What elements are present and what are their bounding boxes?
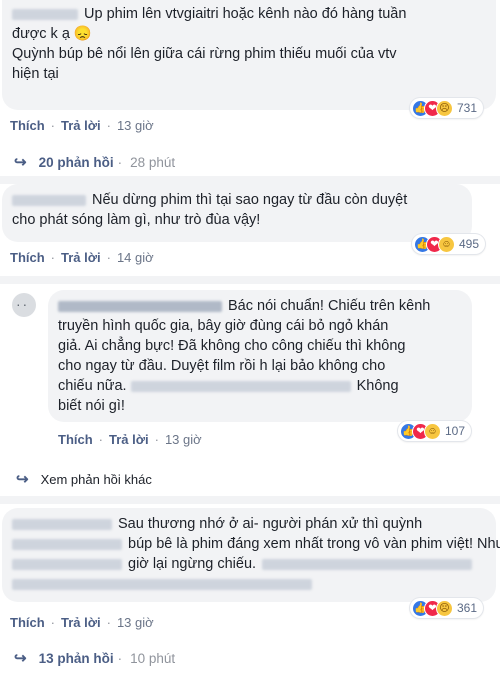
comment-text: được k ạ 😞	[12, 26, 92, 42]
reply-link[interactable]: Trả lời	[61, 615, 101, 630]
reply-arrow-icon: ↪	[14, 154, 27, 171]
comment-actions: Thích · Trả lời · 14 giờ	[10, 250, 154, 265]
blurred-text	[12, 538, 122, 550]
separator	[0, 276, 500, 284]
haha-reaction-icon: ☺	[424, 422, 441, 440]
comment-actions: Thích · Trả lời · 13 giờ	[10, 118, 154, 133]
comment-bubble: Nếu dừng phim thì tại sao ngay từ đầu cò…	[2, 184, 472, 242]
reply-link[interactable]: Trả lời	[61, 250, 101, 265]
view-replies-link[interactable]: ↪ 13 phản hồi · 10 phút	[14, 649, 175, 667]
comment-actions: Thích · Trả lời · 13 giờ	[58, 432, 202, 447]
reaction-summary[interactable]: 👍 ❤ ☹ 361	[410, 598, 484, 618]
view-replies-link[interactable]: ↪ 20 phản hồi · 28 phút	[14, 153, 175, 171]
replies-count: 13 phản hồi	[38, 650, 114, 666]
comment-bubble: Sau thương nhớ ở ai- người phán xử thì q…	[2, 508, 500, 602]
comment-time: 14 giờ	[116, 250, 154, 265]
comment-time: 13 giờ	[164, 432, 202, 447]
comment-text: Nếu dừng phim thì tại sao ngay từ đầu cò…	[92, 192, 408, 208]
separator	[0, 496, 500, 504]
comment-text: Không	[356, 378, 399, 394]
replies-time: 28 phút	[130, 154, 176, 170]
reply-link[interactable]: Trả lời	[61, 118, 101, 133]
like-link[interactable]: Thích	[10, 250, 45, 265]
more-replies-label: Xem phản hồi khác	[40, 471, 152, 487]
comment-text: chiếu nữa.	[58, 378, 127, 394]
sad-reaction-icon: ☹	[436, 599, 453, 617]
sad-reaction-icon: ☹	[436, 99, 453, 117]
haha-reaction-icon: ☺	[438, 235, 455, 253]
comment-time: 13 giờ	[116, 615, 154, 630]
comment-text: Sau thương nhớ ở ai- người phán xử thì q…	[118, 516, 423, 532]
comment-text: hiện tại	[12, 66, 59, 82]
comment-text: Quỳnh búp bê nổi lên giữa cái rừng phim …	[12, 46, 397, 62]
replies-count: 20 phản hồi	[38, 154, 114, 170]
replies-time: 10 phút	[130, 650, 176, 666]
view-more-replies-link[interactable]: ↪ Xem phản hồi khác	[16, 470, 152, 488]
comment-actions: Thích · Trả lời · 13 giờ	[10, 615, 154, 630]
comment-bubble: Bác nói chuẩn! Chiếu trên kênh truyền hì…	[48, 290, 472, 422]
blurred-username	[12, 8, 78, 20]
comment-text: Up phim lên vtvgiaitri hoặc kênh nào đó …	[84, 6, 407, 22]
comment-bubble: Up phim lên vtvgiaitri hoặc kênh nào đó …	[2, 0, 496, 110]
reaction-count: 361	[457, 601, 478, 615]
like-link[interactable]: Thích	[10, 615, 45, 630]
comment-text: truyền hình quốc gia, bây giờ đùng cái b…	[58, 318, 389, 334]
comment-text: biết nói gì!	[58, 398, 125, 414]
reaction-summary[interactable]: 👍 ❤ ☹ 731	[410, 98, 484, 118]
blurred-text	[12, 558, 122, 570]
comment-time: 13 giờ	[116, 118, 154, 133]
blurred-text	[130, 380, 351, 392]
blurred-username	[58, 300, 222, 312]
reaction-count: 731	[457, 101, 478, 115]
reaction-count: 495	[459, 237, 480, 251]
reaction-summary[interactable]: 👍 ❤ ☺ 107	[398, 421, 472, 441]
blurred-text	[262, 558, 473, 570]
blurred-username	[12, 194, 86, 206]
comment-text: Bác nói chuẩn! Chiếu trên kênh	[228, 298, 431, 314]
blurred-text	[12, 578, 312, 590]
comment-text: giờ lại ngừng chiếu.	[128, 556, 257, 572]
reply-link[interactable]: Trả lời	[109, 432, 149, 447]
reaction-summary[interactable]: 👍 ❤ ☺ 495	[412, 234, 486, 254]
reply-arrow-icon: ↪	[14, 650, 27, 667]
reply-arrow-icon: ↪	[16, 471, 29, 488]
comment-text: cho ngay từ đầu. Duyệt film rồi h lại bả…	[58, 358, 386, 374]
like-link[interactable]: Thích	[58, 432, 93, 447]
more-options-icon[interactable]: · ·	[16, 296, 27, 312]
blurred-username	[12, 518, 112, 530]
reaction-count: 107	[445, 424, 466, 438]
separator	[0, 176, 500, 184]
like-link[interactable]: Thích	[10, 118, 45, 133]
comment-text: giả. Ai chẳng bực! Đã không cho công chi…	[58, 338, 406, 354]
comment-text: búp bê là phim đáng xem nhất trong vô và…	[128, 536, 500, 552]
comment-text: cho phát sóng làm gì, như trò đùa vậy!	[12, 212, 261, 228]
